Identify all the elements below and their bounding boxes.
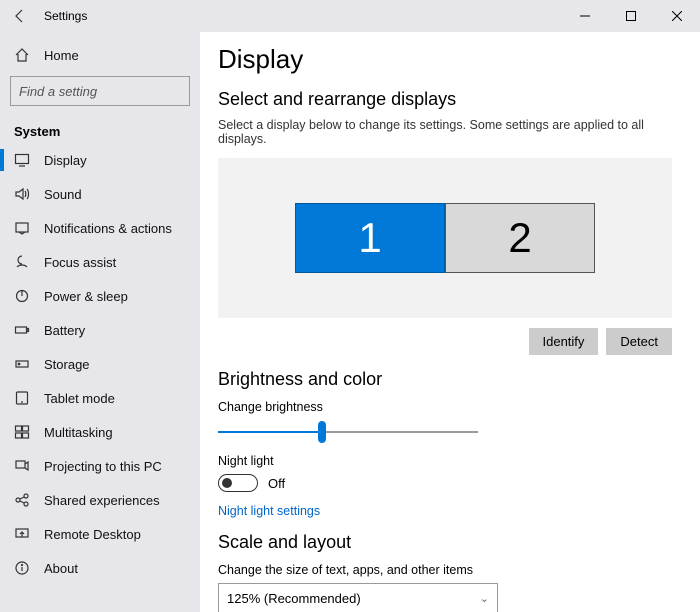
sound-icon — [14, 186, 30, 202]
scale-value: 125% (Recommended) — [227, 591, 361, 606]
rearrange-heading: Select and rearrange displays — [218, 89, 672, 110]
sidebar-item-home[interactable]: Home — [0, 38, 200, 72]
nav-label: About — [44, 561, 78, 576]
brightness-slider[interactable] — [218, 420, 478, 444]
nav-label: Multitasking — [44, 425, 113, 440]
maximize-button[interactable] — [608, 0, 654, 32]
scale-dropdown[interactable]: 125% (Recommended) ⌄ — [218, 583, 498, 612]
detect-button[interactable]: Detect — [606, 328, 672, 355]
page-title: Display — [218, 44, 672, 75]
home-label: Home — [44, 48, 79, 63]
content-pane: Display Select and rearrange displays Se… — [200, 32, 700, 612]
brightness-heading: Brightness and color — [218, 369, 672, 390]
nav-label: Tablet mode — [44, 391, 115, 406]
nightlight-settings-link[interactable]: Night light settings — [218, 504, 320, 518]
tablet-icon — [14, 390, 30, 406]
multitasking-icon — [14, 424, 30, 440]
nav-label: Power & sleep — [44, 289, 128, 304]
sidebar-item-multitasking[interactable]: Multitasking — [0, 415, 200, 449]
sidebar-item-remote-desktop[interactable]: Remote Desktop — [0, 517, 200, 551]
display-icon — [14, 152, 30, 168]
nav-label: Shared experiences — [44, 493, 160, 508]
nav-label: Focus assist — [44, 255, 116, 270]
search-box[interactable] — [10, 76, 190, 106]
search-input[interactable] — [11, 84, 200, 99]
identify-button[interactable]: Identify — [529, 328, 599, 355]
sidebar-item-about[interactable]: About — [0, 551, 200, 585]
nav-label: Sound — [44, 187, 82, 202]
nav-label: Remote Desktop — [44, 527, 141, 542]
sidebar-item-storage[interactable]: Storage — [0, 347, 200, 381]
nav-label: Projecting to this PC — [44, 459, 162, 474]
titlebar: Settings — [0, 0, 700, 32]
scale-heading: Scale and layout — [218, 532, 672, 553]
nav-label: Storage — [44, 357, 90, 372]
sidebar: Home System Display Sound — [0, 32, 200, 612]
notifications-icon — [14, 220, 30, 236]
sidebar-item-tablet-mode[interactable]: Tablet mode — [0, 381, 200, 415]
scale-label: Change the size of text, apps, and other… — [218, 563, 672, 577]
remote-icon — [14, 526, 30, 542]
chevron-down-icon: ⌄ — [480, 592, 489, 605]
storage-icon — [14, 356, 30, 372]
nav-label: Display — [44, 153, 87, 168]
back-button[interactable] — [0, 0, 40, 32]
nightlight-state: Off — [268, 476, 285, 491]
rearrange-desc: Select a display below to change its set… — [218, 118, 672, 146]
nightlight-toggle[interactable] — [218, 474, 258, 492]
focus-assist-icon — [14, 254, 30, 270]
sidebar-item-shared-experiences[interactable]: Shared experiences — [0, 483, 200, 517]
sidebar-item-notifications[interactable]: Notifications & actions — [0, 211, 200, 245]
projecting-icon — [14, 458, 30, 474]
sidebar-item-display[interactable]: Display — [0, 143, 200, 177]
about-icon — [14, 560, 30, 576]
sidebar-item-projecting[interactable]: Projecting to this PC — [0, 449, 200, 483]
window-title: Settings — [44, 9, 87, 23]
display-arrangement-box[interactable]: 1 2 — [218, 158, 672, 318]
close-button[interactable] — [654, 0, 700, 32]
monitor-1[interactable]: 1 — [295, 203, 445, 273]
battery-icon — [14, 322, 30, 338]
power-icon — [14, 288, 30, 304]
nav-group-label: System — [0, 114, 200, 143]
sidebar-item-focus-assist[interactable]: Focus assist — [0, 245, 200, 279]
brightness-label: Change brightness — [218, 400, 672, 414]
nav-label: Notifications & actions — [44, 221, 172, 236]
sidebar-item-battery[interactable]: Battery — [0, 313, 200, 347]
minimize-button[interactable] — [562, 0, 608, 32]
nav-label: Battery — [44, 323, 85, 338]
home-icon — [14, 47, 30, 63]
sidebar-item-power-sleep[interactable]: Power & sleep — [0, 279, 200, 313]
shared-icon — [14, 492, 30, 508]
sidebar-item-sound[interactable]: Sound — [0, 177, 200, 211]
nightlight-label: Night light — [218, 454, 672, 468]
monitor-2[interactable]: 2 — [445, 203, 595, 273]
